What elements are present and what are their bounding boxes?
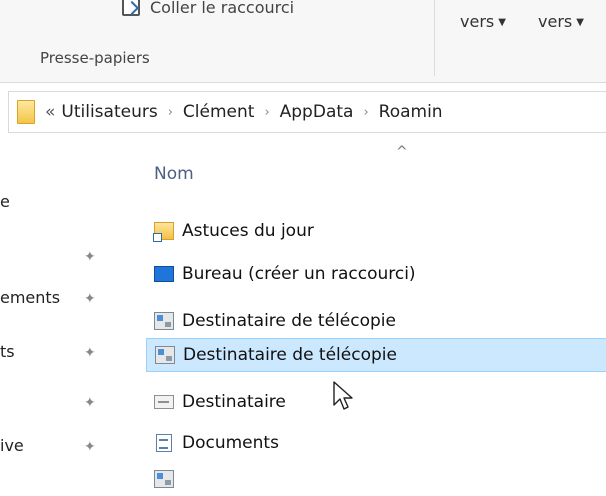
pin-icon[interactable]: ✦ (84, 396, 98, 410)
pin-icon[interactable]: ✦ (84, 440, 98, 454)
fax-icon (154, 470, 174, 488)
move-to-button[interactable]: vers ▼ (460, 12, 506, 31)
column-header-name[interactable]: Nom (154, 164, 194, 184)
breadcrumb-overflow-button[interactable]: « (45, 102, 55, 122)
breadcrumb-item-utilisateurs[interactable]: Utilisateurs (61, 102, 157, 122)
nav-item[interactable]: e (0, 192, 10, 211)
nav-item[interactable]: ive (0, 436, 24, 455)
pin-icon[interactable]: ✦ (84, 250, 98, 264)
chevron-down-icon: ▼ (498, 17, 506, 28)
file-row[interactable]: Destinataire de télécopie (146, 304, 606, 338)
breadcrumb-item-roaming[interactable]: Roamin (379, 102, 443, 122)
chevron-down-icon: ▼ (576, 17, 584, 28)
file-name: Documents (182, 433, 279, 453)
fax-icon (155, 346, 175, 364)
file-name: Destinataire de télécopie (183, 345, 397, 365)
paste-shortcut-button[interactable]: Coller le raccourci (122, 0, 294, 22)
ribbon-divider (434, 0, 435, 76)
pin-icon[interactable]: ✦ (84, 292, 98, 306)
paste-shortcut-icon (122, 0, 140, 16)
nav-item[interactable]: ements (0, 288, 60, 307)
address-bar[interactable]: « Utilisateurs › Clément › AppData › Roa… (8, 91, 606, 133)
file-row[interactable]: Documents (146, 426, 606, 460)
pin-icon[interactable]: ✦ (84, 346, 98, 360)
file-row-selected[interactable]: Destinataire de télécopie (146, 338, 606, 372)
chevron-right-icon[interactable]: › (168, 105, 173, 120)
clipboard-group-label: Presse-papiers (40, 49, 150, 67)
ribbon: Coller le raccourci Presse-papiers vers ▼… (0, 0, 606, 83)
desktop-icon (154, 266, 174, 282)
folder-shortcut-icon (153, 222, 174, 242)
nav-item[interactable]: ts (0, 342, 15, 361)
file-row[interactable] (146, 462, 606, 496)
folder-icon (17, 100, 35, 124)
mail-recipient-icon (154, 395, 174, 409)
move-to-label: vers (460, 12, 495, 31)
file-name: Destinataire de télécopie (182, 311, 396, 331)
sort-ascending-icon: ^ (396, 144, 408, 160)
file-row[interactable]: Astuces du jour (146, 214, 606, 248)
file-row[interactable]: Destinataire (146, 385, 606, 419)
paste-shortcut-label: Coller le raccourci (150, 0, 295, 17)
navigation-pane: e ✦ ements ✦ ts ✦ ✦ ive ✦ (0, 140, 118, 477)
breadcrumb: « Utilisateurs › Clément › AppData › Roa… (45, 102, 443, 122)
file-name: Astuces du jour (182, 221, 314, 241)
chevron-right-icon[interactable]: › (264, 105, 269, 120)
file-row[interactable]: Bureau (créer un raccourci) (146, 257, 606, 291)
document-icon (156, 434, 172, 452)
copy-to-label: vers (538, 12, 573, 31)
copy-to-button[interactable]: vers ▼ (538, 12, 584, 31)
breadcrumb-item-appdata[interactable]: AppData (280, 102, 354, 122)
file-list: ^ Nom Astuces du jour Bureau (créer un r… (118, 140, 606, 488)
fax-icon (154, 312, 174, 330)
file-name: Destinataire (182, 392, 286, 412)
chevron-right-icon[interactable]: › (363, 105, 368, 120)
mouse-pointer-icon (333, 381, 353, 410)
file-name: Bureau (créer un raccourci) (182, 264, 416, 284)
breadcrumb-item-clement[interactable]: Clément (183, 102, 255, 122)
